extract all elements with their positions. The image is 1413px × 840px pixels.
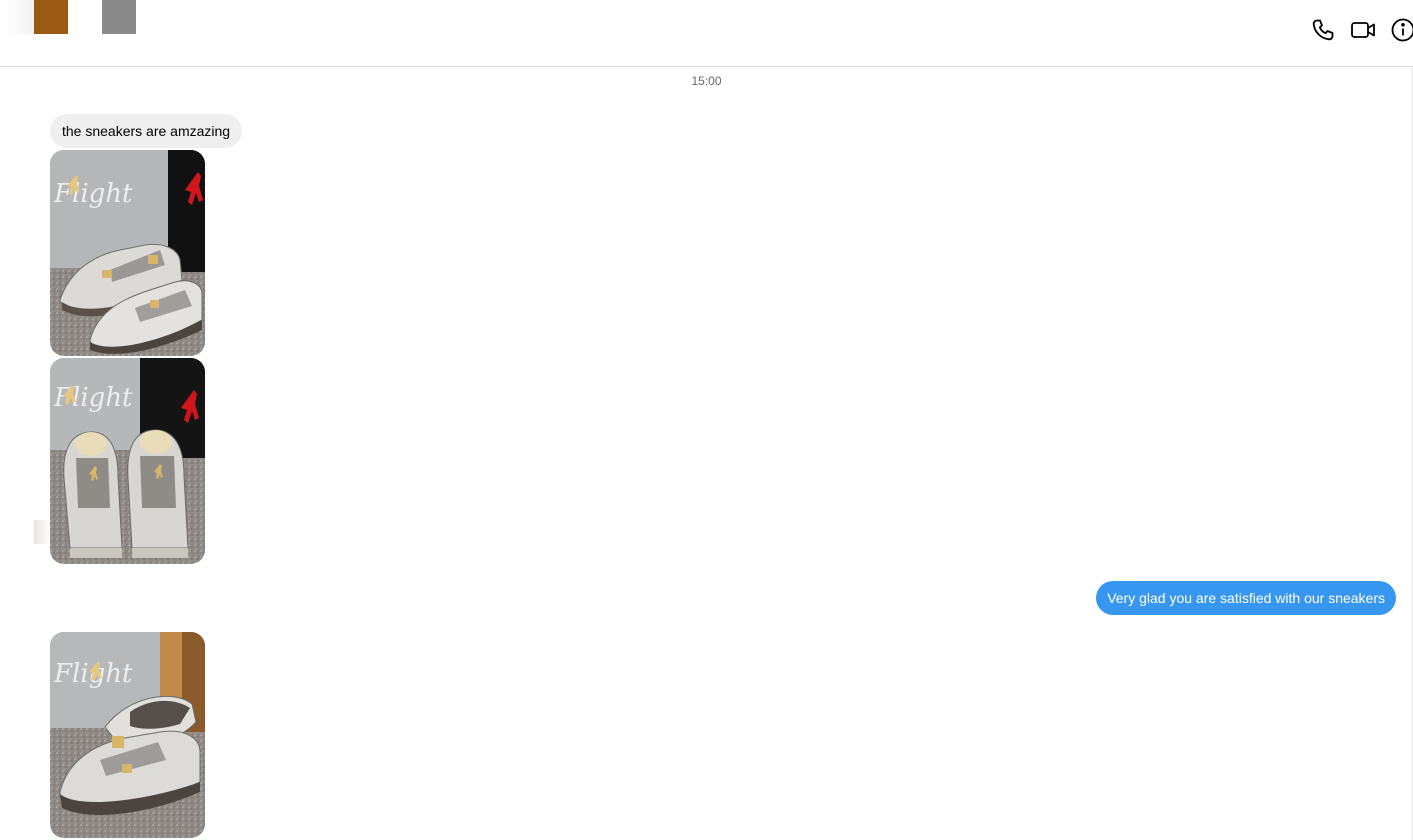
decorative-fade: [34, 520, 50, 544]
flight-logo-text: Flight: [53, 179, 133, 209]
sneaker-photo-1[interactable]: Flight: [50, 150, 205, 356]
profile-name-block[interactable]: [102, 0, 136, 34]
sneaker-photo-2[interactable]: Flight: [50, 358, 205, 564]
video-camera-icon[interactable]: [1349, 16, 1377, 44]
header-fade-block: [4, 0, 34, 34]
phone-icon[interactable]: [1309, 16, 1337, 44]
incoming-message-bubble[interactable]: the sneakers are amzazing: [50, 114, 243, 148]
info-icon[interactable]: [1389, 16, 1413, 44]
sneaker-photo-3[interactable]: Flight: [50, 632, 205, 838]
flight-logo-text: Flight: [53, 383, 133, 413]
chat-header: [0, 0, 1413, 67]
message-timestamp: 15:00: [691, 74, 722, 88]
profile-avatar[interactable]: [34, 0, 68, 34]
outgoing-message-bubble[interactable]: Very glad you are satisfied with our sne…: [1096, 581, 1396, 615]
